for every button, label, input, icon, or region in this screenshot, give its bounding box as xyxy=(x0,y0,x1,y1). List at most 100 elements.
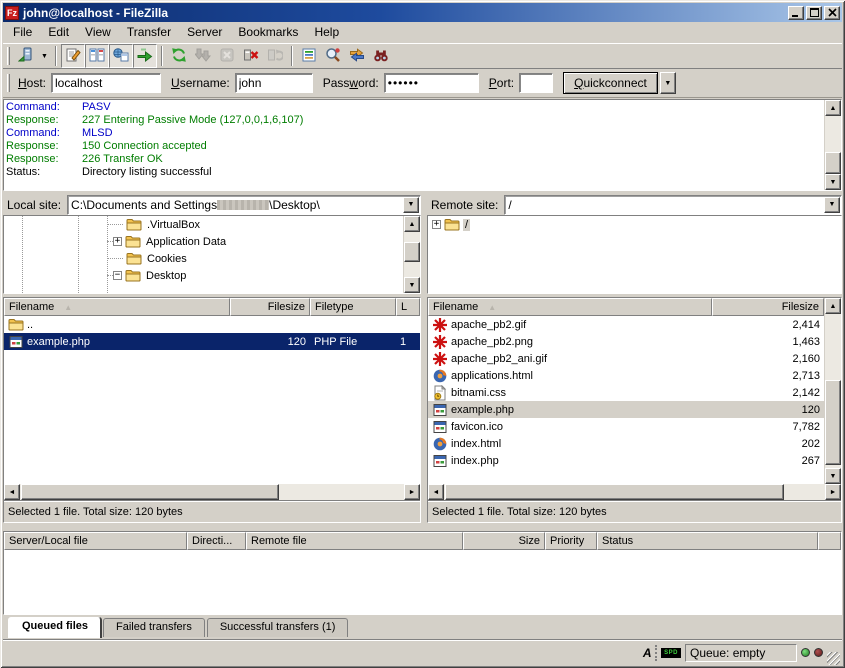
disconnect-button[interactable] xyxy=(239,44,263,68)
quickconnect-grip[interactable] xyxy=(7,74,10,92)
reconnect-button[interactable] xyxy=(263,44,287,68)
menu-help[interactable]: Help xyxy=(306,22,347,42)
file-row[interactable]: index.html202 xyxy=(428,435,824,452)
hscroll-thumb[interactable] xyxy=(21,484,279,500)
remote-header-filename[interactable]: Filename▲ xyxy=(428,298,712,316)
queue-header-serverlocalfile[interactable]: Server/Local file xyxy=(4,532,187,550)
tree-item[interactable]: −Desktop xyxy=(4,267,403,284)
scroll-right-icon[interactable]: ► xyxy=(404,484,420,500)
file-row[interactable]: apache_pb2.png1,463 xyxy=(428,333,824,350)
synchronized-browsing-button[interactable] xyxy=(345,44,369,68)
local-header-filename[interactable]: Filename▲ xyxy=(4,298,230,316)
tab-successful-transfers[interactable]: Successful transfers (1) xyxy=(207,618,349,637)
menu-server[interactable]: Server xyxy=(179,22,230,42)
queue-header-remotefile[interactable]: Remote file xyxy=(246,532,463,550)
local-header-l[interactable]: L xyxy=(396,298,420,316)
process-queue-button[interactable] xyxy=(191,44,215,68)
file-row[interactable]: example.php120 xyxy=(428,401,824,418)
toggle-remote-tree-button[interactable] xyxy=(109,44,133,68)
tree-item[interactable]: Cookies xyxy=(4,250,403,267)
speed-limits-icon[interactable]: SPD xyxy=(661,648,681,658)
scroll-up-icon[interactable]: ▲ xyxy=(404,216,420,232)
log-line: Response:227 Entering Passive Mode (127,… xyxy=(6,114,824,127)
queue-header-directi[interactable]: Directi... xyxy=(187,532,246,550)
scroll-down-icon[interactable]: ▼ xyxy=(825,468,841,484)
file-row[interactable]: favicon.ico7,782 xyxy=(428,418,824,435)
file-row[interactable]: apache_pb2.gif2,414 xyxy=(428,316,824,333)
toggle-message-log-button[interactable] xyxy=(61,44,85,68)
host-input[interactable] xyxy=(51,73,161,93)
log-vscrollbar[interactable]: ▲ ▼ xyxy=(824,100,841,190)
resize-grip[interactable] xyxy=(827,652,840,665)
file-row[interactable]: index.php267 xyxy=(428,452,824,469)
username-input[interactable] xyxy=(235,73,313,93)
remote-path-combo[interactable]: / ▼ xyxy=(504,195,842,215)
hscroll-thumb[interactable] xyxy=(445,484,784,500)
tree-item[interactable]: +/ xyxy=(428,216,841,233)
local-header-filesize[interactable]: Filesize xyxy=(230,298,310,316)
directory-comparison-button[interactable] xyxy=(321,44,345,68)
expand-icon[interactable]: + xyxy=(432,220,441,229)
local-tree-vscrollbar[interactable]: ▲ ▼ xyxy=(403,216,420,293)
log-line-text: Directory listing successful xyxy=(82,166,212,179)
collapse-icon[interactable]: − xyxy=(113,271,122,280)
scroll-left-icon[interactable]: ◄ xyxy=(4,484,20,500)
tree-item[interactable]: +Application Data xyxy=(4,233,403,250)
remote-header-filesize[interactable]: Filesize xyxy=(712,298,824,316)
menu-edit[interactable]: Edit xyxy=(40,22,77,42)
close-button[interactable] xyxy=(824,6,840,20)
file-row[interactable]: bitnami.css2,142 xyxy=(428,384,824,401)
remote-hscrollbar[interactable]: ◄ ► xyxy=(428,484,841,500)
list-scroll-thumb[interactable] xyxy=(825,380,841,466)
cancel-operation-button[interactable] xyxy=(215,44,239,68)
firefox-icon xyxy=(432,436,448,452)
scroll-down-icon[interactable]: ▼ xyxy=(825,174,841,190)
tree-scroll-thumb[interactable] xyxy=(404,242,420,262)
menu-transfer[interactable]: Transfer xyxy=(119,22,179,42)
queue-header-size[interactable]: Size xyxy=(463,532,545,550)
log-line-text: 227 Entering Passive Mode (127,0,0,1,6,1… xyxy=(82,114,303,127)
file-row[interactable]: apache_pb2_ani.gif2,160 xyxy=(428,350,824,367)
scroll-left-icon[interactable]: ◄ xyxy=(428,484,444,500)
log-line: Command:MLSD xyxy=(6,127,824,140)
log-scroll-thumb[interactable] xyxy=(825,152,841,174)
toggle-local-tree-button[interactable] xyxy=(85,44,109,68)
menu-view[interactable]: View xyxy=(77,22,119,42)
file-row[interactable]: example.php120PHP File1 xyxy=(4,333,420,350)
scroll-right-icon[interactable]: ► xyxy=(825,484,841,500)
minimize-button[interactable] xyxy=(788,6,804,20)
maximize-button[interactable] xyxy=(806,6,822,20)
combo-dropdown-icon[interactable]: ▼ xyxy=(824,197,840,213)
scroll-up-icon[interactable]: ▲ xyxy=(825,298,841,314)
menu-file[interactable]: File xyxy=(5,22,40,42)
refresh-file-lists-button[interactable] xyxy=(167,44,191,68)
modified-text: 1 xyxy=(396,333,420,350)
local-header-filetype[interactable]: Filetype xyxy=(310,298,396,316)
toolbar-grip[interactable] xyxy=(7,47,10,65)
site-manager-dropdown[interactable]: ▼ xyxy=(38,44,51,68)
site-manager-button[interactable] xyxy=(14,44,38,68)
expand-icon[interactable]: + xyxy=(113,237,122,246)
quickconnect-button[interactable]: Quickconnect xyxy=(563,72,658,94)
splitter[interactable] xyxy=(3,523,842,531)
tree-item[interactable]: .VirtualBox xyxy=(4,216,403,233)
local-path-combo[interactable]: C:\Documents and Settings\Desktop\ ▼ xyxy=(67,195,421,215)
file-row[interactable]: applications.html2,713 xyxy=(428,367,824,384)
combo-dropdown-icon[interactable]: ▼ xyxy=(403,197,419,213)
toggle-transfer-queue-button[interactable] xyxy=(133,44,157,68)
remote-vscrollbar[interactable]: ▲ ▼ xyxy=(824,298,841,484)
queue-header-priority[interactable]: Priority xyxy=(545,532,597,550)
file-row[interactable]: .. xyxy=(4,316,420,333)
quickconnect-dropdown[interactable]: ▼ xyxy=(660,72,676,94)
tab-queued-files[interactable]: Queued files xyxy=(9,617,101,638)
scroll-up-icon[interactable]: ▲ xyxy=(825,100,841,116)
local-hscrollbar[interactable]: ◄ ► xyxy=(4,484,420,500)
port-input[interactable] xyxy=(519,73,553,93)
tab-failed-transfers[interactable]: Failed transfers xyxy=(103,618,205,637)
menu-bookmarks[interactable]: Bookmarks xyxy=(230,22,306,42)
queue-header-status[interactable]: Status xyxy=(597,532,818,550)
filter-listings-button[interactable] xyxy=(297,44,321,68)
find-files-button[interactable] xyxy=(369,44,393,68)
password-input[interactable] xyxy=(384,73,479,93)
scroll-down-icon[interactable]: ▼ xyxy=(404,277,420,293)
